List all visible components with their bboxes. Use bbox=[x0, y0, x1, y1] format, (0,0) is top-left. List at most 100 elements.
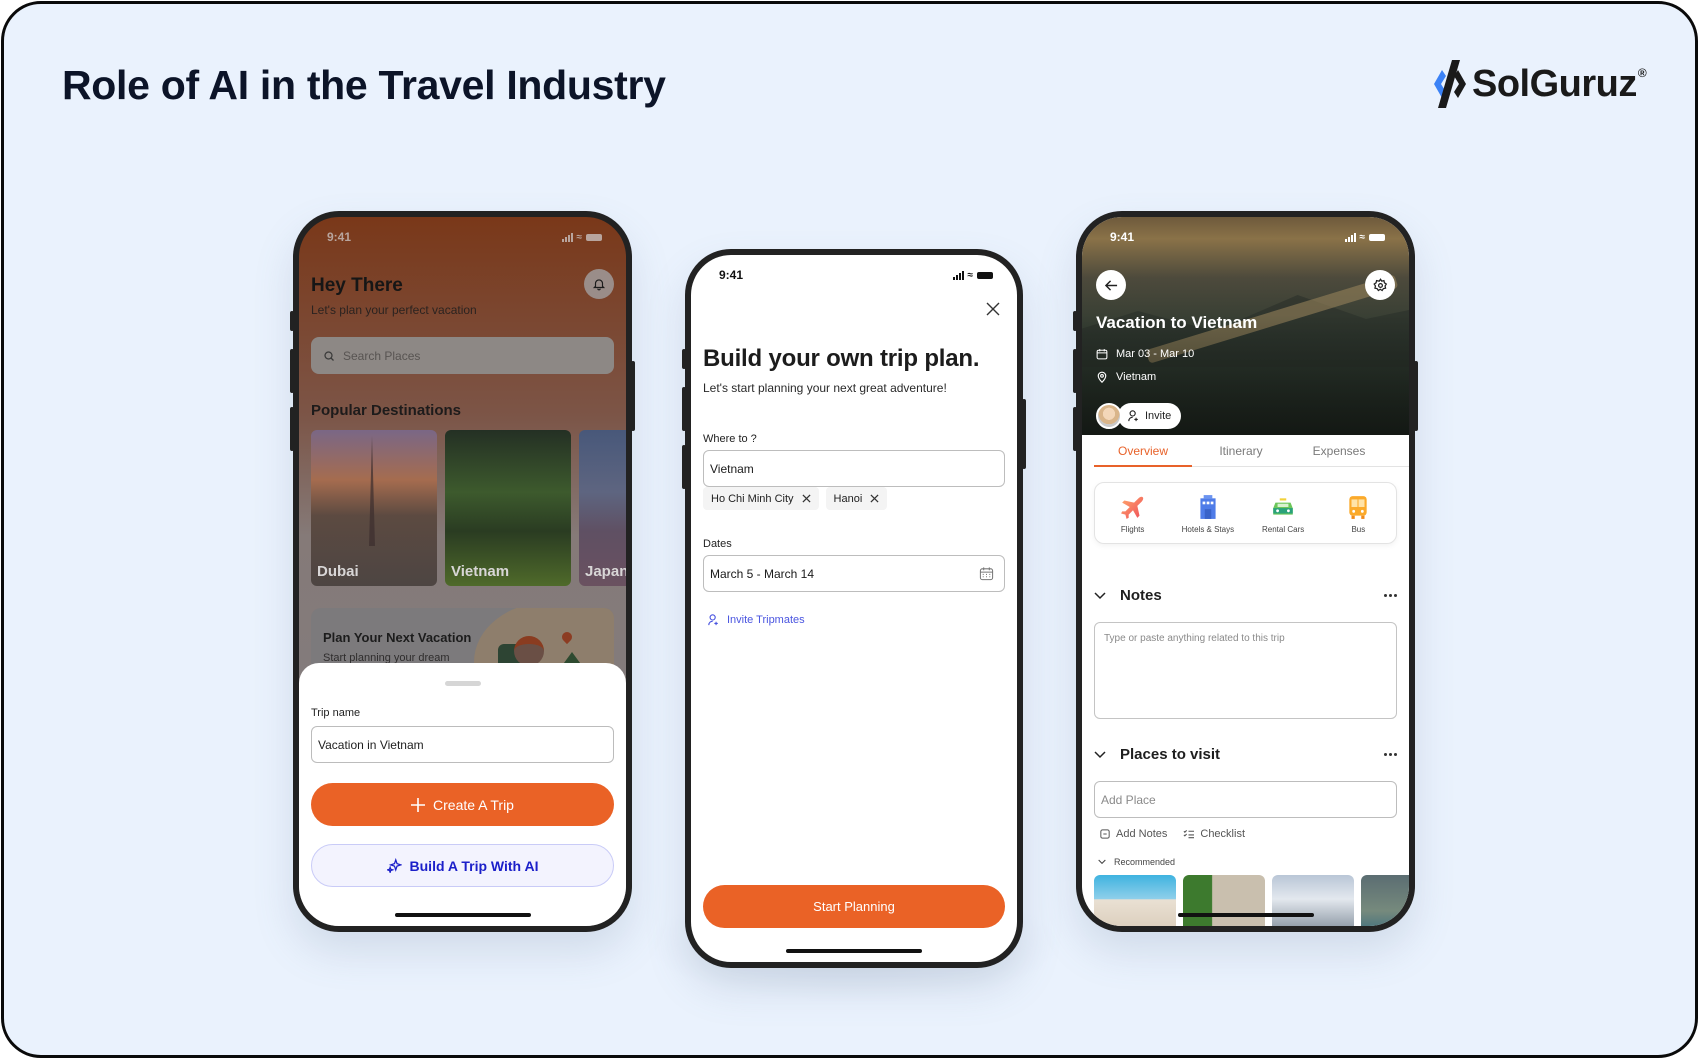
greeting-subtitle: Let's plan your perfect vacation bbox=[311, 303, 477, 317]
recommended-place-thumbnail[interactable] bbox=[1094, 875, 1176, 926]
phone-trip-overview: 9:41 ≈ Vacation to Vietnam Mar 03 - Mar … bbox=[1073, 211, 1418, 932]
trip-builder-screen: 9:41 ≈ Build your own trip plan. Let's s… bbox=[691, 255, 1017, 962]
category-flights[interactable]: Flights bbox=[1098, 494, 1168, 534]
add-notes-button[interactable]: Add Notes bbox=[1100, 828, 1167, 840]
trip-name-input[interactable]: Vacation in Vietnam bbox=[311, 726, 614, 763]
settings-button[interactable] bbox=[1365, 270, 1395, 300]
chip-hanoi: Hanoi bbox=[825, 487, 888, 510]
home-screen: 9:41 ≈ Hey There Let's plan your perfect… bbox=[299, 217, 626, 926]
brand-name: SolGuruz bbox=[1472, 62, 1637, 105]
category-bus[interactable]: Bus bbox=[1323, 494, 1393, 534]
status-time: 9:41 bbox=[1110, 230, 1135, 244]
checklist-label: Checklist bbox=[1200, 828, 1245, 840]
places-section-header: Places to visit bbox=[1094, 746, 1397, 763]
destination-card-vietnam[interactable]: Vietnam bbox=[445, 430, 571, 586]
more-options-icon[interactable] bbox=[1384, 594, 1397, 597]
chevron-down-icon[interactable] bbox=[1094, 591, 1106, 600]
chevron-down-icon[interactable] bbox=[1094, 750, 1106, 759]
battery-icon bbox=[1369, 233, 1385, 241]
remove-chip-icon[interactable] bbox=[801, 494, 811, 503]
notifications-button[interactable] bbox=[584, 269, 614, 299]
recommended-header[interactable]: Recommended bbox=[1098, 857, 1175, 867]
sheet-drag-handle[interactable] bbox=[444, 681, 481, 686]
booking-categories: Flights Hotels & Stays Rental Cars Bus bbox=[1094, 482, 1397, 544]
category-rental-cars[interactable]: Rental Cars bbox=[1248, 494, 1318, 534]
battery-icon bbox=[586, 233, 602, 241]
trip-location: Vietnam bbox=[1096, 371, 1156, 383]
create-trip-button[interactable]: Create A Trip bbox=[311, 783, 614, 826]
home-indicator bbox=[786, 949, 922, 953]
volume-down-button bbox=[682, 445, 686, 489]
destination-chips: Ho Chi Minh City Hanoi bbox=[703, 487, 888, 510]
greeting-heading: Hey There bbox=[311, 275, 403, 296]
notes-textarea[interactable]: Type or paste anything related to this t… bbox=[1094, 622, 1397, 719]
recommended-label: Recommended bbox=[1114, 857, 1176, 867]
chip-label: Ho Chi Minh City bbox=[711, 492, 794, 505]
calendar-icon[interactable] bbox=[979, 566, 994, 581]
home-indicator bbox=[1177, 913, 1314, 917]
category-label: Rental Cars bbox=[1262, 525, 1305, 534]
dates-label: Dates bbox=[703, 538, 732, 550]
invite-label: Invite bbox=[1145, 410, 1172, 422]
invite-tripmates-link[interactable]: Invite Tripmates bbox=[708, 614, 805, 626]
recommended-place-thumbnail[interactable] bbox=[1272, 875, 1354, 926]
tab-itinerary[interactable]: Itinerary bbox=[1192, 435, 1290, 466]
invite-button[interactable]: Invite bbox=[1118, 403, 1182, 429]
power-button bbox=[1414, 361, 1418, 431]
close-icon[interactable] bbox=[985, 301, 1001, 317]
hiker-illustration bbox=[514, 636, 544, 666]
recommended-place-thumbnail[interactable] bbox=[1361, 875, 1409, 926]
hotel-icon bbox=[1200, 495, 1216, 519]
arrow-left-icon bbox=[1104, 279, 1117, 291]
build-trip-with-ai-button[interactable]: Build A Trip With AI bbox=[311, 844, 614, 887]
start-planning-button[interactable]: Start Planning bbox=[703, 885, 1005, 928]
category-label: Bus bbox=[1351, 525, 1366, 534]
location-pin-icon bbox=[1097, 371, 1107, 383]
build-ai-label: Build A Trip With AI bbox=[409, 857, 539, 874]
more-options-icon[interactable] bbox=[1384, 753, 1397, 756]
search-input[interactable]: Search Places bbox=[311, 337, 614, 374]
dates-input[interactable]: March 5 - March 14 bbox=[703, 555, 1005, 592]
remove-chip-icon[interactable] bbox=[870, 494, 879, 503]
places-heading: Places to visit bbox=[1120, 746, 1221, 763]
add-place-input[interactable]: Add Place bbox=[1094, 781, 1397, 818]
destination-label: Japan bbox=[585, 563, 626, 580]
wifi-icon: ≈ bbox=[1359, 231, 1366, 243]
category-hotels[interactable]: Hotels & Stays bbox=[1173, 494, 1243, 534]
signal-icon bbox=[1344, 232, 1356, 242]
trip-dates: Mar 03 - Mar 10 bbox=[1096, 348, 1194, 360]
destination-card-japan[interactable]: Japan bbox=[579, 430, 626, 586]
wifi-icon: ≈ bbox=[576, 231, 583, 243]
plus-icon bbox=[411, 797, 426, 812]
signal-icon bbox=[952, 270, 964, 280]
trip-name-label: Trip name bbox=[311, 707, 361, 719]
airplane-icon bbox=[1120, 496, 1143, 519]
notes-heading: Notes bbox=[1120, 587, 1162, 604]
add-person-icon bbox=[708, 614, 718, 626]
checklist-button[interactable]: Checklist bbox=[1183, 828, 1245, 840]
status-bar: 9:41 ≈ bbox=[691, 255, 1017, 289]
back-button[interactable] bbox=[1096, 270, 1126, 300]
solguruz-logo-icon bbox=[1434, 60, 1466, 108]
status-icons: ≈ bbox=[1344, 231, 1385, 243]
where-to-input[interactable]: Vietnam bbox=[703, 450, 1005, 487]
status-icons: ≈ bbox=[561, 231, 602, 243]
registered-mark: ® bbox=[1637, 66, 1647, 80]
dates-value: March 5 - March 14 bbox=[710, 566, 815, 581]
bell-icon bbox=[592, 279, 606, 291]
destination-card-dubai[interactable]: Dubai bbox=[311, 430, 437, 586]
trip-overview-screen: 9:41 ≈ Vacation to Vietnam Mar 03 - Mar … bbox=[1082, 217, 1409, 926]
tab-expenses[interactable]: Expenses bbox=[1290, 435, 1388, 466]
add-notes-label: Add Notes bbox=[1116, 828, 1168, 840]
trip-dates-text: Mar 03 - Mar 10 bbox=[1116, 348, 1195, 360]
category-label: Hotels & Stays bbox=[1181, 525, 1235, 534]
invite-tripmates-label: Invite Tripmates bbox=[727, 614, 805, 626]
search-icon bbox=[324, 350, 334, 361]
tab-overview[interactable]: Overview bbox=[1094, 435, 1192, 467]
recommended-place-thumbnail[interactable] bbox=[1183, 875, 1265, 926]
checklist-icon bbox=[1183, 829, 1195, 839]
recommended-places bbox=[1094, 875, 1409, 926]
sparkle-icon bbox=[386, 858, 402, 873]
search-placeholder: Search Places bbox=[343, 348, 421, 363]
avatar[interactable] bbox=[1096, 403, 1122, 429]
